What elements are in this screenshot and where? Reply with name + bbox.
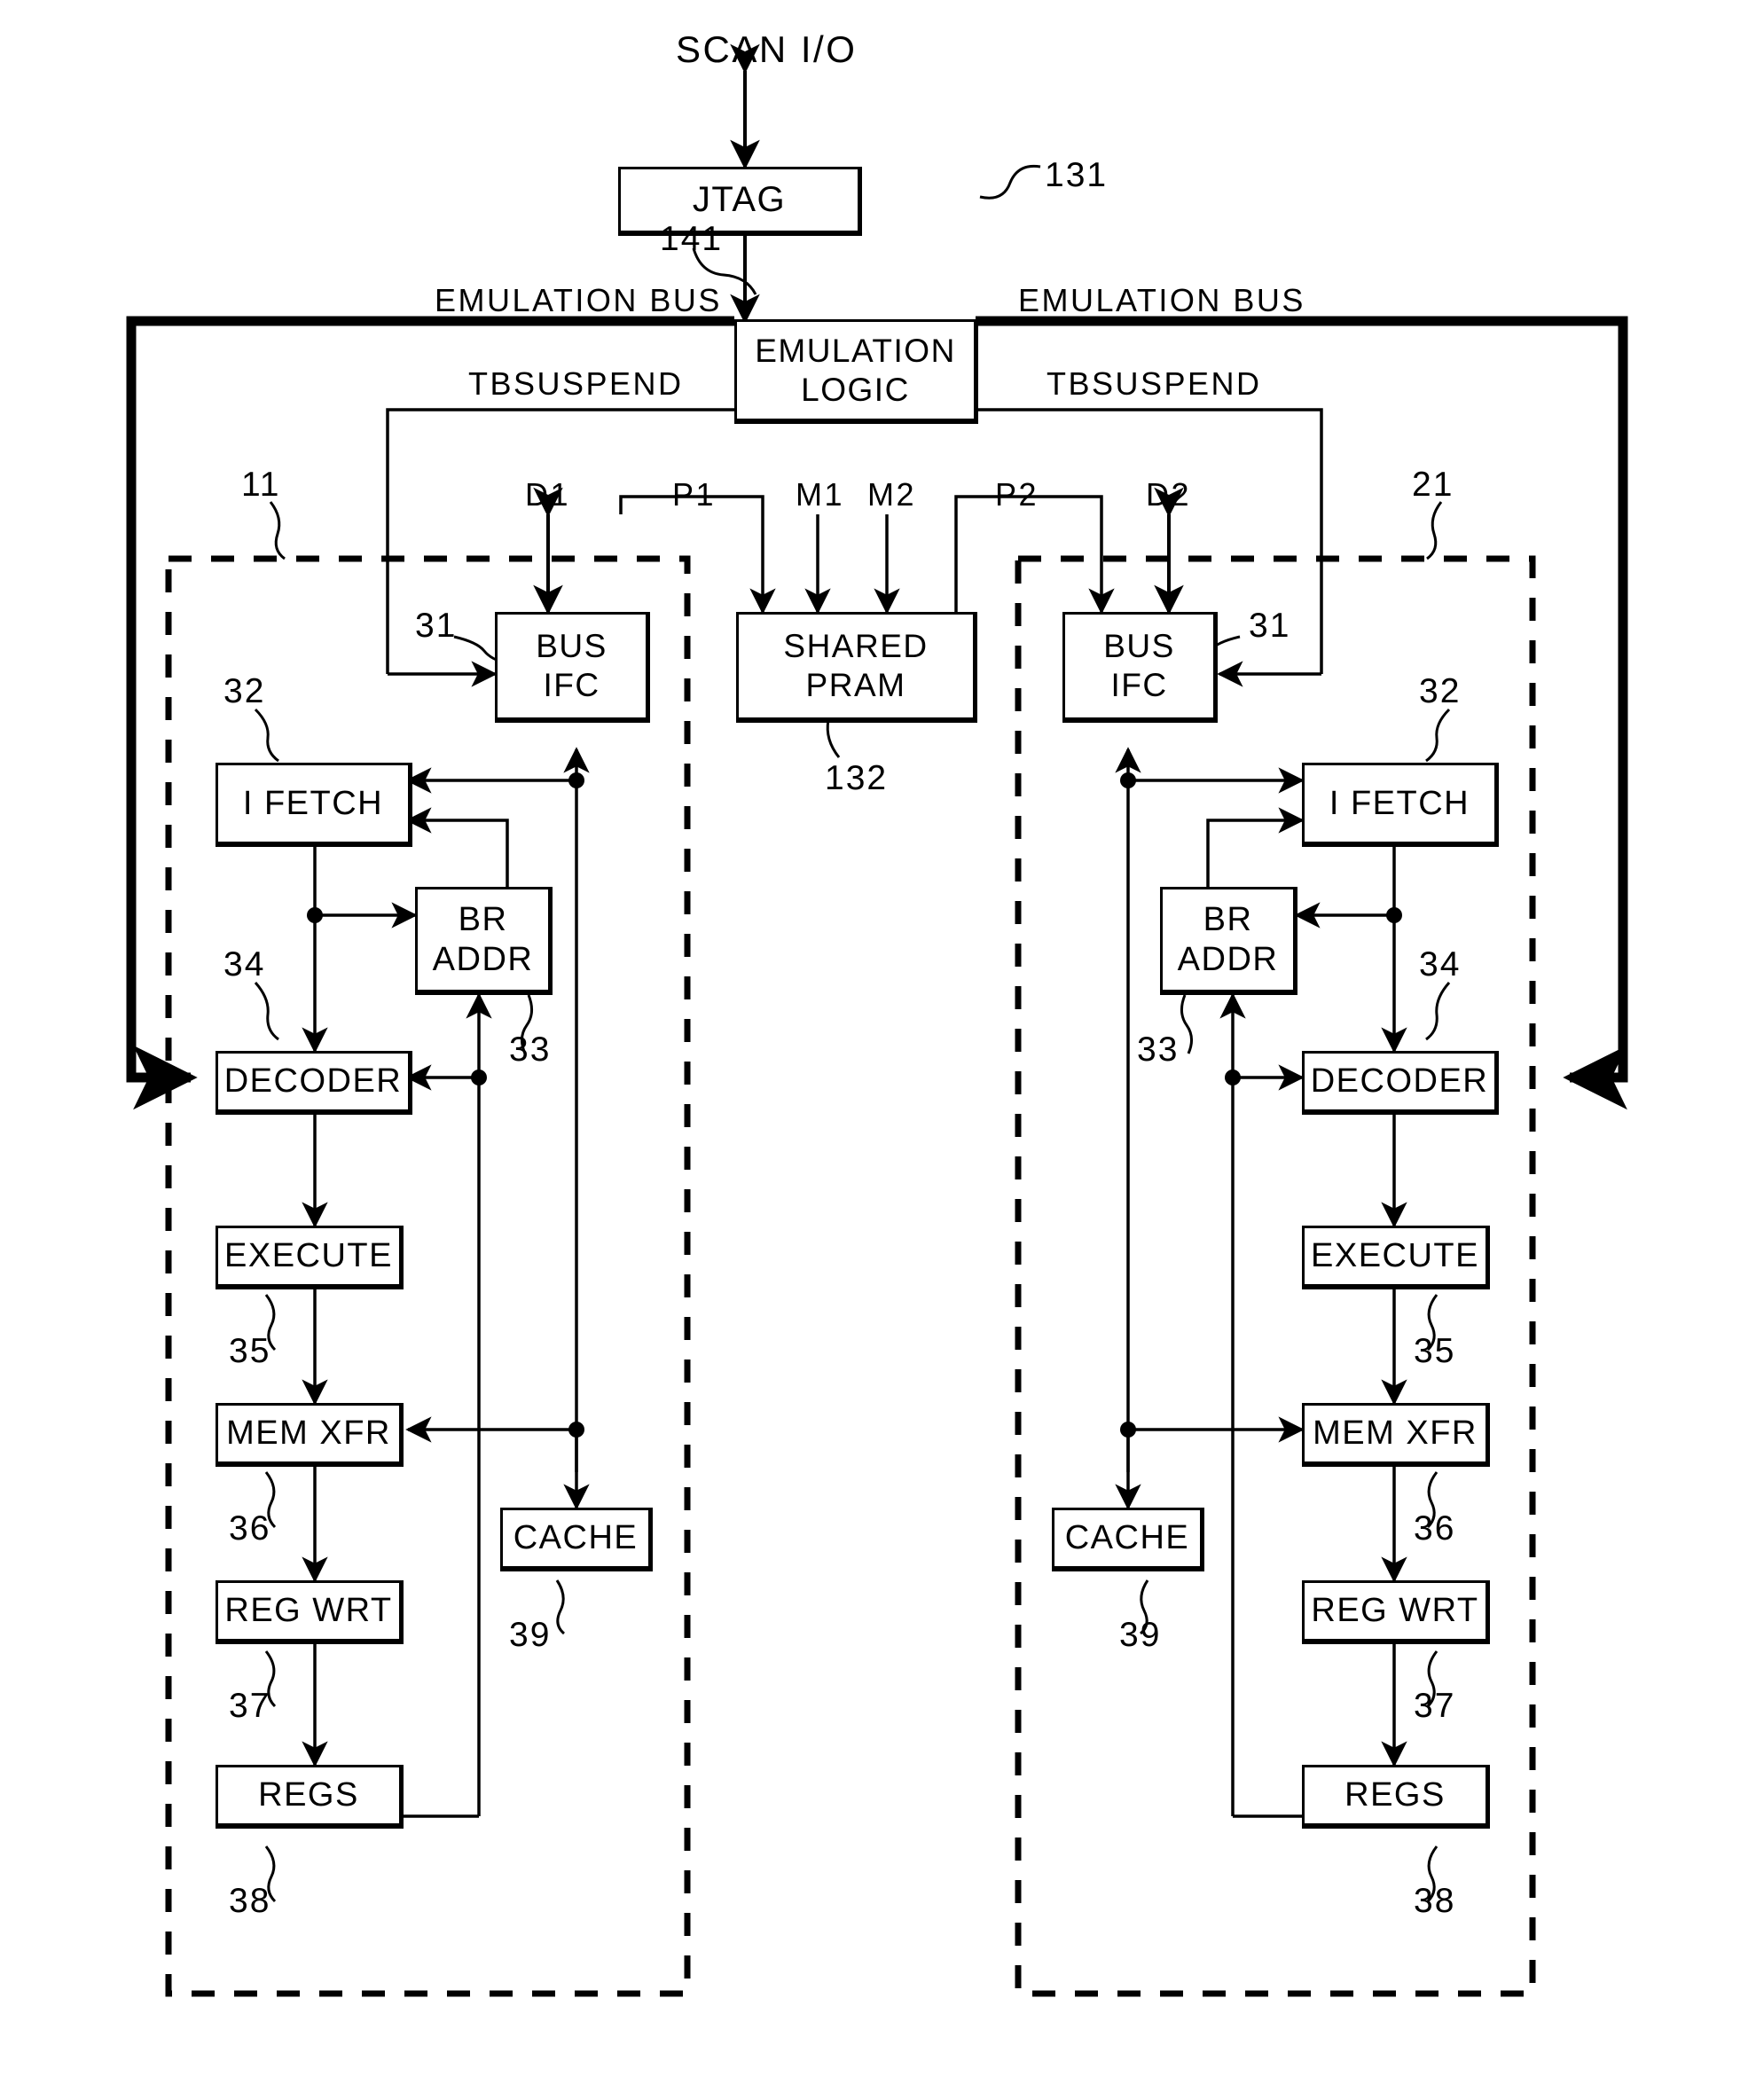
i-fetch-right-label: I FETCH [1329,784,1470,822]
bus-ifc-left-label-1: BUS [536,628,608,665]
emulation-logic-block[interactable]: EMULATION LOGIC [734,319,978,424]
bus-ifc-left-label-2: IFC [543,667,600,703]
bus-ifc-right-label-2: IFC [1110,667,1168,703]
execute-left-label: EXECUTE [224,1237,393,1275]
emulation-bus-left-label: EMULATION BUS [435,282,722,318]
cache-right-block[interactable]: CACHE [1052,1508,1204,1571]
tbsuspend-right-label: TBSUSPEND [1047,365,1262,402]
jtag-block[interactable]: JTAG [618,167,862,236]
leader-11 [269,501,286,560]
ref-21-cpu-right: 21 [1412,466,1454,504]
d1-label: D1 [525,476,571,513]
d2-label: D2 [1146,476,1192,513]
m1-label: M1 [796,476,845,513]
p2-label: P2 [995,476,1039,513]
ref-39-left: 39 [509,1616,552,1654]
shared-pram-label-2: PRAM [805,667,906,703]
i-fetch-left-block[interactable]: I FETCH [216,763,412,847]
leader-39-l [555,1579,566,1635]
decoder-right-block[interactable]: DECODER [1302,1051,1499,1115]
ref-36-right: 36 [1414,1509,1456,1548]
ref-37-left: 37 [229,1687,271,1725]
leader-131 [979,164,1041,200]
decoder-left-block[interactable]: DECODER [216,1051,412,1115]
p1-label: P1 [672,476,717,513]
ref-131: 131 [1045,156,1109,194]
shared-pram-label-1: SHARED [783,628,929,665]
leader-21 [1426,501,1443,560]
reg-wrt-right-label: REG WRT [1311,1592,1479,1630]
cache-right-label: CACHE [1064,1519,1190,1557]
ref-35-right: 35 [1414,1332,1456,1370]
ref-38-right: 38 [1414,1882,1456,1920]
decoder-right-label: DECODER [1310,1062,1489,1101]
execute-right-block[interactable]: EXECUTE [1302,1226,1490,1289]
bus-ifc-left-block[interactable]: BUS IFC [495,612,650,723]
leader-33-r [1180,994,1193,1054]
ref-33-left: 33 [509,1030,552,1069]
jtag-label: JTAG [692,179,787,219]
emulation-logic-label-1: EMULATION [755,332,956,369]
ref-32-right: 32 [1419,672,1462,710]
regs-left-label: REGS [258,1776,359,1814]
ref-32-left: 32 [223,672,266,710]
ref-34-left: 34 [223,945,266,983]
ref-35-left: 35 [229,1332,271,1370]
regs-left-block[interactable]: REGS [216,1765,404,1829]
tbsuspend-left-label: TBSUSPEND [468,365,684,402]
ref-31-left: 31 [415,607,458,645]
ref-39-right: 39 [1119,1616,1162,1654]
br-addr-left-label-1: BR [458,900,508,938]
leader-34-l [254,982,279,1041]
mem-xfr-right-block[interactable]: MEM XFR [1302,1403,1490,1467]
mem-xfr-left-block[interactable]: MEM XFR [216,1403,404,1467]
ref-38-left: 38 [229,1882,271,1920]
mem-xfr-right-label: MEM XFR [1313,1414,1478,1453]
ref-141: 141 [660,220,724,258]
br-addr-right-label-2: ADDR [1177,940,1279,978]
regs-right-label: REGS [1344,1776,1446,1814]
leader-34-r [1425,982,1451,1041]
br-addr-left-label-2: ADDR [432,940,534,978]
leader-32-r [1425,708,1451,763]
wire-p2 [943,495,1115,636]
emulation-logic-label-2: LOGIC [801,371,910,408]
m2-label: M2 [867,476,917,513]
br-addr-right-label-1: BR [1203,900,1253,938]
shared-pram-block[interactable]: SHARED PRAM [736,612,977,723]
wire-r-bradd-to-ifetch [1206,807,1305,887]
regs-right-block[interactable]: REGS [1302,1765,1490,1829]
reg-wrt-left-block[interactable]: REG WRT [216,1580,404,1644]
bus-ifc-right-label-1: BUS [1103,628,1175,665]
mem-xfr-left-label: MEM XFR [226,1414,391,1453]
ref-31-right: 31 [1249,607,1291,645]
ref-34-right: 34 [1419,945,1462,983]
patent-figure: SCAN I/O JTAG 131 EMULATION LOGIC 141 EM… [0,0,1756,2100]
i-fetch-left-label: I FETCH [242,784,384,822]
ref-33-right: 33 [1137,1030,1180,1069]
ref-37-right: 37 [1414,1687,1456,1725]
br-addr-right-block[interactable]: BR ADDR [1160,887,1297,995]
reg-wrt-left-label: REG WRT [224,1592,393,1630]
execute-left-block[interactable]: EXECUTE [216,1226,404,1289]
br-addr-left-block[interactable]: BR ADDR [415,887,553,995]
wire-l-bradd-to-ifetch [405,807,509,887]
wire-p1 [619,495,776,615]
ref-132: 132 [825,759,889,797]
ref-11-cpu-left: 11 [241,466,281,504]
leader-32-l [254,708,279,763]
i-fetch-right-block[interactable]: I FETCH [1302,763,1499,847]
ref-36-left: 36 [229,1509,271,1548]
emulation-bus-right-label: EMULATION BUS [1018,282,1305,318]
cache-left-label: CACHE [513,1519,639,1557]
bus-ifc-right-block[interactable]: BUS IFC [1062,612,1218,723]
scan-io-label: SCAN I/O [676,28,858,70]
execute-right-label: EXECUTE [1311,1237,1479,1275]
cache-left-block[interactable]: CACHE [500,1508,653,1571]
reg-wrt-right-block[interactable]: REG WRT [1302,1580,1490,1644]
decoder-left-label: DECODER [223,1062,403,1101]
